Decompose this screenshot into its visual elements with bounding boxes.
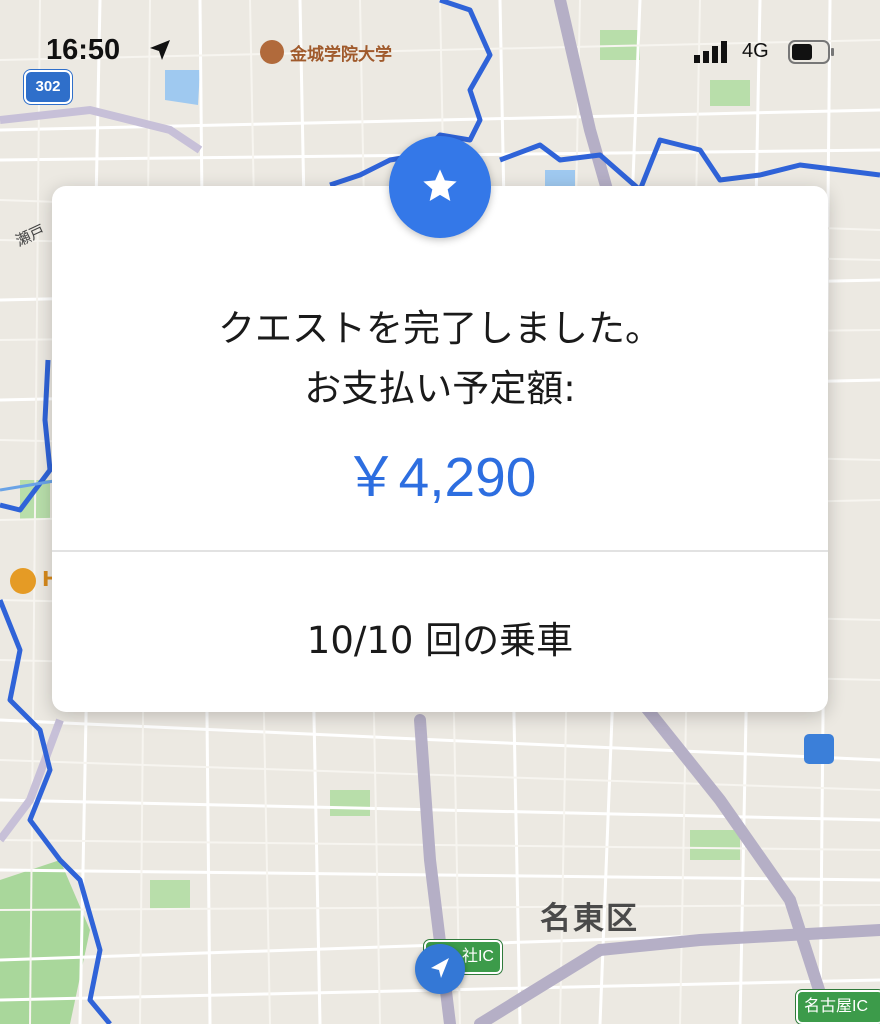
interchange-label-nagoya: 名古屋IC [804, 998, 869, 1015]
location-arrow-icon [150, 40, 170, 60]
star-badge [389, 136, 491, 238]
shop-icon[interactable] [10, 568, 36, 594]
star-icon [423, 169, 457, 201]
navigation-arrow-icon [431, 958, 449, 978]
route-number: 302 [35, 78, 61, 95]
status-time: 16:50 [46, 34, 121, 66]
network-type: 4G [742, 40, 769, 62]
battery-icon [788, 40, 834, 64]
rides-count[interactable]: 10/10 回の乗車 [52, 610, 828, 664]
payment-label: お支払い予定額: [304, 367, 576, 410]
quest-complete-card: クエストを完了しました。 お支払い予定額: ￥4,290 10/10 回の乗車 [52, 186, 828, 712]
university-icon[interactable] [260, 40, 284, 64]
district-label: 名東区 [540, 901, 639, 937]
route-badge: 302 [24, 70, 72, 104]
quest-complete-message: クエストを完了しました。 [218, 307, 662, 350]
divider [52, 550, 828, 552]
train-station-icon[interactable] [804, 734, 834, 764]
university-label[interactable]: 金城学院大学 [290, 40, 392, 65]
payment-amount: ￥4,290 [343, 446, 537, 508]
signal-bars-icon [694, 41, 727, 63]
interchange-badge-nagoya[interactable]: 名古屋IC [796, 990, 880, 1024]
navigation-arrow-button[interactable] [415, 944, 465, 994]
